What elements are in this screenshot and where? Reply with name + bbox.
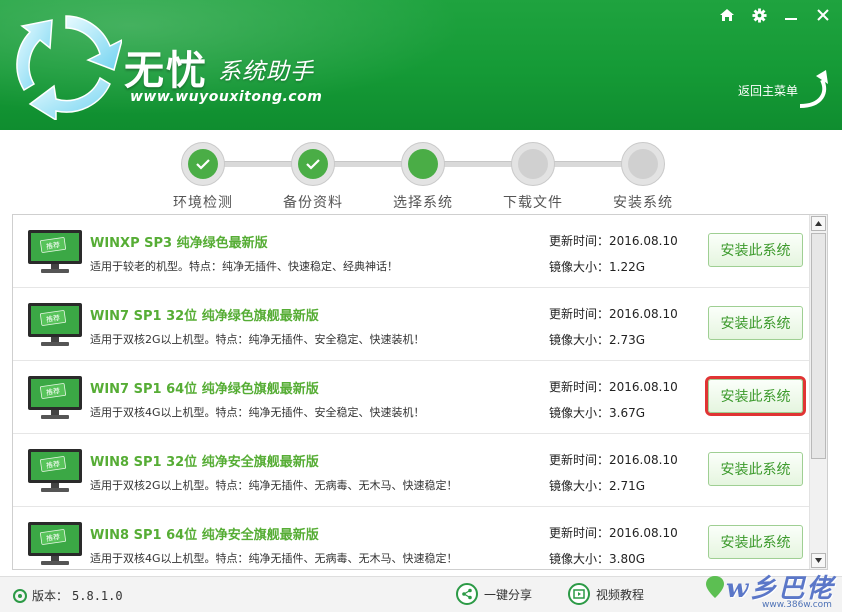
step-select-system: 选择系统	[367, 142, 479, 212]
home-button[interactable]	[714, 4, 740, 26]
system-title: WINXP SP3 纯净绿色最新版	[90, 236, 268, 251]
logo-icon	[16, 15, 122, 120]
scroll-thumb[interactable]	[811, 233, 826, 459]
step-label: 环境检测	[173, 195, 233, 211]
minimize-icon	[785, 18, 797, 20]
close-icon	[817, 9, 829, 21]
step-ring	[401, 142, 445, 186]
monitor-icon: 推荐	[28, 230, 82, 273]
install-system-button[interactable]: 安装此系统	[708, 233, 803, 267]
image-size: 镜像大小：2.73G	[549, 333, 646, 347]
install-system-button[interactable]: 安装此系统	[708, 452, 803, 486]
update-time: 更新时间：2016.08.10	[549, 234, 678, 248]
system-list[interactable]: 推荐 WINXP SP3 纯净绿色最新版 适用于较老的机型。特点：纯净无插件、快…	[12, 214, 828, 570]
video-tutorial-button[interactable]: 视频教程	[568, 583, 644, 605]
version-number: 5.8.1.0	[72, 588, 123, 603]
minimize-button[interactable]	[778, 4, 804, 26]
brand-subtitle: 系统助手	[218, 59, 314, 85]
step-dot	[628, 149, 658, 179]
progress-steps: 环境检测 备份资料 选择系统 下载文件 安装系统	[0, 130, 842, 212]
update-time: 更新时间：2016.08.10	[549, 526, 678, 540]
list-item: 推荐 WIN7 SP1 32位 纯净绿色旗舰最新版 适用于双核2G以上机型。特点…	[13, 288, 809, 361]
step-label: 备份资料	[283, 195, 343, 211]
monitor-icon: 推荐	[28, 303, 82, 346]
back-arrow-icon	[799, 70, 828, 108]
monitor-icon: 推荐	[28, 376, 82, 419]
system-title: WIN7 SP1 64位 纯净绿色旗舰最新版	[90, 382, 319, 397]
back-menu-label: 返回主菜单	[738, 84, 799, 98]
image-size: 镜像大小：2.71G	[549, 479, 646, 493]
system-description: 适用于双核4G以上机型。特点：纯净无插件、安全稳定、快速装机！	[90, 406, 425, 419]
step-env-check: 环境检测	[147, 142, 259, 212]
watermark-logo: w乡巴佬 www.386w.com	[700, 566, 842, 612]
list-item: 推荐 WIN7 SP1 64位 纯净绿色旗舰最新版 适用于双核4G以上机型。特点…	[13, 361, 809, 434]
update-time: 更新时间：2016.08.10	[549, 307, 678, 321]
share-icon	[456, 583, 478, 605]
check-icon	[306, 159, 320, 170]
version-label: 版本：	[32, 589, 69, 603]
image-size: 镜像大小：3.80G	[549, 552, 646, 566]
system-title: WIN8 SP1 32位 纯净安全旗舰最新版	[90, 455, 319, 470]
step-download: 下载文件	[477, 142, 589, 212]
step-install: 安装系统	[587, 142, 699, 212]
install-system-button[interactable]: 安装此系统	[708, 306, 803, 340]
video-icon	[568, 583, 590, 605]
image-size: 镜像大小：3.67G	[549, 406, 646, 420]
gear-icon	[751, 7, 767, 23]
version-info: 版本： 5.8.1.0	[12, 587, 123, 604]
step-ring	[511, 142, 555, 186]
system-title: WIN8 SP1 64位 纯净安全旗舰最新版	[90, 528, 319, 543]
monitor-icon: 推荐	[28, 449, 82, 492]
home-icon	[720, 9, 734, 21]
step-dot	[188, 149, 218, 179]
step-backup: 备份资料	[257, 142, 369, 212]
scroll-up-button[interactable]	[811, 216, 826, 231]
update-time: 更新时间：2016.08.10	[549, 380, 678, 394]
watermark-url: www.386w.com	[762, 600, 832, 610]
step-ring	[291, 142, 335, 186]
step-dot	[298, 149, 328, 179]
step-label: 安装系统	[613, 195, 673, 211]
refresh-icon	[13, 588, 27, 603]
app-header: 无忧 系统助手 www.wuyouxitong.com 返回主菜单	[0, 0, 842, 130]
step-ring	[621, 142, 665, 186]
list-item: 推荐 WINXP SP3 纯净绿色最新版 适用于较老的机型。特点：纯净无插件、快…	[13, 215, 809, 288]
install-system-button[interactable]: 安装此系统	[708, 379, 803, 413]
step-ring	[181, 142, 225, 186]
share-label: 一键分享	[484, 587, 533, 602]
vertical-scrollbar[interactable]	[809, 215, 827, 569]
arrow-down-icon	[815, 558, 822, 563]
system-description: 适用于双核4G以上机型。特点：纯净无插件、无病毒、无木马、快速稳定！	[90, 552, 458, 565]
image-size: 镜像大小：1.22G	[549, 260, 646, 274]
video-label: 视频教程	[596, 587, 645, 602]
step-dot	[408, 149, 438, 179]
back-to-main-menu-button[interactable]: 返回主菜单	[734, 66, 834, 114]
system-title: WIN7 SP1 32位 纯净绿色旗舰最新版	[90, 309, 319, 324]
update-time: 更新时间：2016.08.10	[549, 453, 678, 467]
system-description: 适用于较老的机型。特点：纯净无插件、快速稳定、经典神话！	[90, 260, 398, 273]
brand-name: 无忧	[124, 47, 208, 94]
step-label: 选择系统	[393, 195, 453, 211]
list-item: 推荐 WIN8 SP1 64位 纯净安全旗舰最新版 适用于双核4G以上机型。特点…	[13, 507, 809, 569]
list-item: 推荐 WIN8 SP1 32位 纯净安全旗舰最新版 适用于双核2G以上机型。特点…	[13, 434, 809, 507]
brand-url: www.wuyouxitong.com	[130, 89, 323, 105]
settings-button[interactable]	[746, 4, 772, 26]
install-system-button[interactable]: 安装此系统	[708, 525, 803, 559]
close-button[interactable]	[810, 4, 836, 26]
arrow-up-icon	[815, 221, 822, 226]
monitor-icon: 推荐	[28, 522, 82, 565]
share-button[interactable]: 一键分享	[456, 583, 532, 605]
step-dot	[518, 149, 548, 179]
check-icon	[196, 159, 210, 170]
system-description: 适用于双核2G以上机型。特点：纯净无插件、安全稳定、快速装机！	[90, 333, 425, 346]
system-description: 适用于双核2G以上机型。特点：纯净无插件、无病毒、无木马、快速稳定！	[90, 479, 458, 492]
step-label: 下载文件	[503, 195, 563, 211]
pin-icon	[706, 576, 724, 598]
